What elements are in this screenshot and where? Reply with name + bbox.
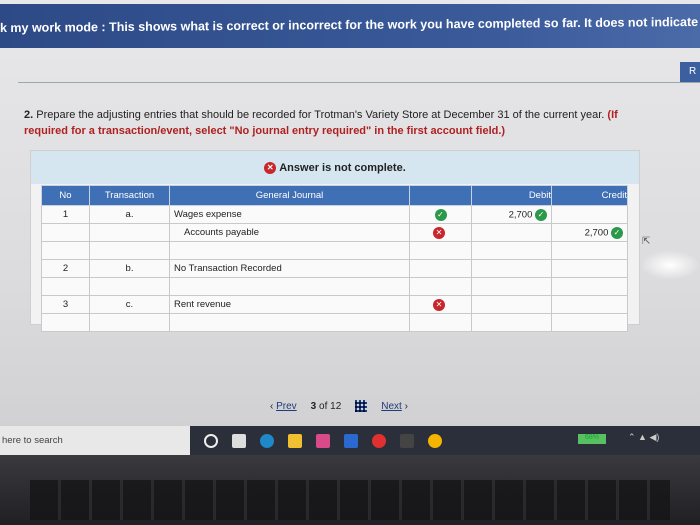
transaction-cell: a.	[89, 205, 170, 224]
browser-screen: k my work mode : This shows what is corr…	[0, 0, 700, 455]
col-status	[409, 185, 472, 206]
status-cell: ✕	[409, 295, 472, 314]
status-cell: ✕	[409, 223, 472, 242]
credit-field[interactable]: 2,700 ✓	[551, 223, 628, 242]
incorrect-icon: ✕	[433, 226, 445, 239]
table-row: 1 a. Wages expense ✓ 2,700 ✓	[41, 205, 628, 224]
file-explorer-icon[interactable]	[288, 433, 302, 448]
debit-field[interactable]	[471, 223, 552, 242]
edge-icon[interactable]	[260, 433, 274, 448]
incorrect-icon: ✕	[264, 162, 277, 175]
debit-field[interactable]	[471, 295, 552, 314]
col-no: No	[41, 185, 90, 206]
mouse-cursor-icon: ⇱	[642, 236, 651, 247]
chrome-icon[interactable]	[428, 433, 442, 448]
next-button[interactable]: Next ›	[381, 401, 408, 412]
table-row: 2 b. No Transaction Recorded	[41, 259, 628, 278]
journal-table: No Transaction General Journal Debit Cre…	[41, 185, 628, 332]
credit-field[interactable]	[551, 259, 628, 278]
transaction-cell	[89, 223, 170, 242]
status-text: Answer is not complete.	[279, 162, 406, 174]
grid-icon[interactable]	[355, 400, 368, 412]
row-number: 3	[41, 295, 90, 314]
taskbar-search[interactable]: here to search	[0, 426, 190, 455]
credit-field[interactable]	[551, 313, 628, 332]
col-general-journal: General Journal	[169, 185, 410, 206]
top-right-button[interactable]: R	[680, 62, 700, 82]
row-number	[41, 223, 90, 242]
account-field[interactable]: Rent revenue	[169, 295, 410, 314]
journal-card: ✕ Answer is not complete. No Transaction …	[30, 150, 640, 332]
page-indicator: 3 of 12	[310, 400, 342, 412]
debit-field[interactable]	[471, 313, 552, 332]
calendar-icon[interactable]	[400, 433, 414, 448]
status-cell	[409, 313, 472, 332]
prev-button[interactable]: ‹ Prev	[270, 401, 297, 412]
status-cell	[409, 259, 472, 278]
table-row	[41, 277, 628, 296]
app-l-icon[interactable]	[344, 433, 358, 448]
account-field[interactable]	[169, 313, 410, 332]
col-debit: Debit	[471, 185, 552, 206]
table-row	[41, 313, 628, 332]
screen-glare	[640, 250, 700, 280]
col-transaction: Transaction	[89, 185, 170, 206]
debit-field[interactable]: 2,700 ✓	[471, 205, 552, 224]
question-text: 2. Prepare the adjusting entries that sh…	[24, 109, 618, 137]
account-field[interactable]: Wages expense	[169, 205, 410, 224]
credit-field[interactable]	[551, 295, 628, 314]
debit-field[interactable]	[471, 241, 552, 260]
row-number	[41, 277, 90, 296]
task-view-icon[interactable]	[232, 433, 246, 448]
cortana-icon[interactable]	[204, 433, 218, 448]
status-cell	[409, 241, 472, 260]
keyboard-keys	[30, 480, 670, 520]
transaction-cell	[89, 277, 170, 296]
table-row: Accounts payable ✕ 2,700 ✓	[41, 223, 628, 242]
system-tray[interactable]: ⌃ ▲ ◀)	[628, 432, 659, 443]
account-field[interactable]	[169, 277, 410, 296]
status-bar: ✕ Answer is not complete.	[31, 151, 639, 184]
account-field[interactable]: Accounts payable	[169, 223, 410, 242]
col-credit: Credit	[551, 185, 628, 206]
credit-field[interactable]	[551, 205, 628, 224]
row-number	[41, 313, 90, 332]
table-row	[41, 241, 628, 260]
check-icon: ✓	[535, 208, 547, 221]
divider	[18, 82, 700, 83]
check-icon: ✓	[434, 208, 447, 221]
transaction-cell	[89, 313, 170, 332]
store-icon[interactable]	[316, 433, 330, 448]
debit-field[interactable]	[471, 277, 552, 296]
credit-field[interactable]	[551, 241, 628, 260]
credit-field[interactable]	[551, 277, 628, 296]
row-number	[41, 241, 90, 260]
debit-field[interactable]	[471, 259, 552, 278]
account-field[interactable]	[169, 241, 410, 260]
row-number: 1	[41, 205, 90, 224]
check-icon: ✓	[611, 226, 623, 239]
battery-icon[interactable]: 68%	[578, 434, 606, 444]
incorrect-icon: ✕	[433, 298, 445, 311]
pager: ‹ Prev 3 of 12 Next ›	[270, 400, 408, 412]
table-row: 3 c. Rent revenue ✕	[41, 295, 628, 314]
account-field[interactable]: No Transaction Recorded	[169, 259, 410, 278]
status-cell: ✓	[409, 205, 472, 224]
opera-icon[interactable]	[372, 433, 386, 448]
row-number: 2	[41, 259, 90, 278]
transaction-cell: c.	[89, 295, 170, 314]
check-mode-banner: k my work mode : This shows what is corr…	[0, 4, 700, 48]
transaction-cell: b.	[89, 259, 170, 278]
transaction-cell	[89, 241, 170, 260]
status-cell	[409, 277, 472, 296]
